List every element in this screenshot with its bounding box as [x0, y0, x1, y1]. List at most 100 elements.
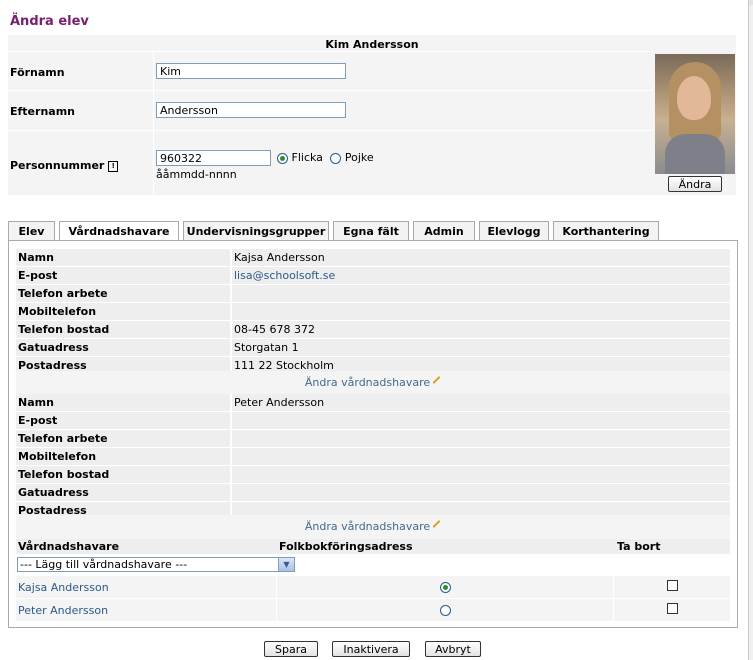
table-row: Telefon bostad 08-45 678 372	[16, 320, 730, 339]
field-label: Telefon arbete	[16, 284, 232, 303]
lastname-label: Efternamn	[10, 105, 75, 118]
table-row: Gatuadress Storgatan 1	[16, 338, 730, 357]
table-row: E-post	[16, 411, 730, 430]
radio-flicka-label: Flicka	[291, 151, 323, 164]
guardian-list-row: Kajsa Andersson	[16, 575, 730, 598]
student-photo	[655, 54, 735, 174]
photo-body	[665, 134, 725, 174]
field-value: Kajsa Andersson	[231, 249, 730, 267]
table-row: Namn Peter Andersson	[16, 394, 730, 412]
col-divider	[276, 576, 277, 598]
field-label: Mobiltelefon	[16, 302, 232, 321]
table-row: Mobiltelefon	[16, 302, 730, 321]
field-label: Telefon bostad	[16, 465, 232, 484]
col-header-vardnadshavare: Vårdnadshavare	[16, 539, 277, 555]
personnummer-label-text: Personnummer	[10, 159, 105, 172]
guardian-panel: Namn Kajsa Andersson E-post lisa@schoolsof…	[8, 240, 738, 628]
field-label: Telefon arbete	[16, 429, 232, 448]
field-value	[231, 284, 730, 303]
edit-guardian-1-link[interactable]: Ändra vårdnadshavare	[305, 376, 430, 389]
tab-admin[interactable]: Admin	[413, 221, 475, 241]
cancel-button[interactable]: Avbryt	[425, 641, 481, 657]
table-row: Telefon arbete	[16, 429, 730, 448]
personnummer-label: Personnummer !	[10, 159, 119, 172]
table-row: Gatuadress	[16, 483, 730, 502]
radio-pojke-label: Pojke	[344, 151, 374, 164]
deactivate-button[interactable]: Inaktivera	[332, 641, 410, 657]
folkbok-radio-peter[interactable]	[440, 605, 451, 616]
page: Ändra elev Kim Andersson Förnamn Kim Eft…	[0, 0, 749, 660]
radio-pojke[interactable]	[330, 152, 342, 164]
add-guardian-select[interactable]: --- Lägg till vårdnadshavare --- ▼	[17, 557, 295, 572]
guardian-name: Kajsa Andersson	[18, 581, 109, 594]
field-value	[231, 302, 730, 321]
edit-guardian-2-link[interactable]: Ändra vårdnadshavare	[305, 520, 430, 533]
firstname-row: Förnamn Kim	[8, 51, 653, 91]
field-value: Peter Andersson	[231, 394, 730, 412]
col-divider	[276, 599, 277, 621]
field-label: E-post	[16, 266, 232, 285]
field-value	[231, 447, 730, 466]
personnummer-hint: ååmmdd-nnnn	[156, 168, 237, 181]
table-row: Namn Kajsa Andersson	[16, 249, 730, 267]
guardian-list-row: Peter Andersson	[16, 598, 730, 621]
col-header-ta-bort: Ta bort	[615, 539, 730, 555]
edit-guardian-2-row: Ändra vårdnadshavare	[16, 515, 730, 539]
student-name-heading: Kim Andersson	[325, 38, 419, 51]
remove-checkbox-kajsa[interactable]	[667, 580, 678, 591]
guardian-2-table: Namn Peter Andersson E-post Telefon arbet…	[16, 394, 730, 520]
personnummer-row: Personnummer ! 960322 Flicka Pojke ååmmd…	[8, 130, 653, 196]
field-label: Gatuadress	[16, 483, 232, 502]
header-divider	[153, 51, 154, 195]
pencil-icon[interactable]	[432, 520, 441, 528]
firstname-label: Förnamn	[10, 66, 65, 79]
guardian-name: Peter Andersson	[18, 604, 109, 617]
table-row: E-post lisa@schoolsoft.se	[16, 266, 730, 285]
photo-face	[677, 76, 711, 120]
radio-flicka[interactable]	[277, 152, 288, 164]
table-row: Mobiltelefon	[16, 447, 730, 466]
tab-korthantering[interactable]: Korthantering	[553, 221, 659, 241]
field-value	[231, 429, 730, 448]
firstname-input[interactable]: Kim	[156, 63, 346, 79]
personnummer-input[interactable]: 960322	[156, 150, 271, 166]
chevron-down-icon[interactable]: ▼	[278, 558, 294, 571]
tab-egna-falt[interactable]: Egna fält	[333, 221, 409, 241]
field-label: E-post	[16, 411, 232, 430]
field-value: 08-45 678 372	[231, 320, 730, 339]
remove-checkbox-peter[interactable]	[667, 603, 678, 614]
tab-elev[interactable]: Elev	[8, 221, 55, 241]
lastname-row: Efternamn Andersson	[8, 90, 653, 131]
tab-vardnadshavare[interactable]: Vårdnadshavare	[59, 221, 179, 242]
info-icon[interactable]: !	[108, 160, 119, 172]
header-row: Vårdnadshavare Folkbokföringsadress Ta b…	[16, 539, 730, 555]
field-label: Namn	[16, 394, 232, 412]
field-value	[231, 483, 730, 502]
table-row: Telefon arbete	[16, 284, 730, 303]
email-link[interactable]: lisa@schoolsoft.se	[234, 269, 335, 282]
field-label: Mobiltelefon	[16, 447, 232, 466]
field-label: Gatuadress	[16, 338, 232, 357]
field-label: Namn	[16, 249, 232, 267]
col-divider	[613, 599, 614, 621]
col-divider	[613, 576, 614, 598]
save-button[interactable]: Spara	[264, 641, 318, 657]
guardian-1-table: Namn Kajsa Andersson E-post lisa@schoolsof…	[16, 249, 730, 375]
change-photo-button[interactable]: Ändra	[668, 176, 722, 192]
tab-undervisningsgrupper[interactable]: Undervisningsgrupper	[183, 221, 329, 241]
page-title: Ändra elev	[10, 14, 89, 29]
tab-elevlogg[interactable]: Elevlogg	[479, 221, 549, 241]
lastname-input[interactable]: Andersson	[156, 102, 346, 118]
guardian-list-header: Vårdnadshavare Folkbokföringsadress Ta b…	[16, 539, 730, 555]
student-header-box: Kim Andersson Förnamn Kim Efternamn Ande…	[8, 35, 736, 195]
gender-radio-group: Flicka Pojke	[277, 151, 374, 164]
field-value: lisa@schoolsoft.se	[231, 266, 730, 285]
pencil-icon[interactable]	[432, 376, 441, 384]
add-guardian-select-value: --- Lägg till vårdnadshavare ---	[20, 558, 188, 571]
edit-guardian-1-row: Ändra vårdnadshavare	[16, 371, 730, 395]
field-value: Storgatan 1	[231, 338, 730, 357]
folkbok-radio-kajsa[interactable]	[440, 582, 451, 593]
table-row: Telefon bostad	[16, 465, 730, 484]
col-header-folkbok: Folkbokföringsadress	[277, 539, 615, 555]
field-label: Telefon bostad	[16, 320, 232, 339]
